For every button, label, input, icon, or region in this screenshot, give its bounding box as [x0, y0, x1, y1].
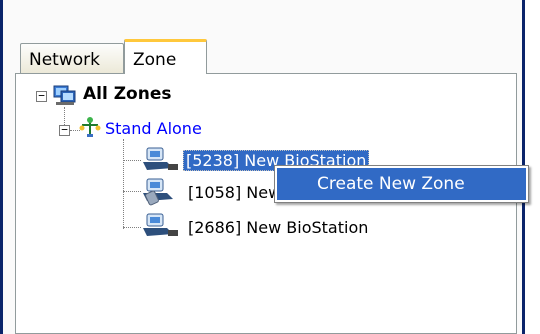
- tab-zone[interactable]: Zone: [124, 39, 207, 74]
- window-frame-left: [0, 0, 3, 334]
- biostation-icon: [143, 178, 173, 206]
- create-new-zone-menu-item[interactable]: Create New Zone: [277, 168, 526, 200]
- biostation-icon: [143, 147, 178, 170]
- collapse-all-zones-icon[interactable]: −: [36, 90, 47, 102]
- tab-zone-label: Zone: [133, 50, 177, 70]
- tree-connector: [123, 227, 141, 228]
- collapse-stand-alone-icon[interactable]: −: [59, 124, 70, 136]
- zone-tree-panel: − All Zones − Stand Alone [5238] New Bio…: [15, 73, 517, 334]
- menu-item-label: Create New Zone: [317, 174, 465, 194]
- zone-window: Network − All Zones − Stand Alone [5238]…: [0, 0, 540, 334]
- tree-connector: [123, 160, 141, 161]
- tree-device-label[interactable]: [2686] New BioStation: [188, 218, 368, 237]
- standalone-icon: [79, 117, 101, 137]
- tree-connector: [123, 139, 124, 229]
- zones-icon: [53, 85, 76, 105]
- tab-network-label: Network: [29, 50, 100, 70]
- tree-root-label[interactable]: All Zones: [83, 84, 172, 104]
- tree-connector: [123, 191, 141, 192]
- biostation-icon: [143, 213, 178, 236]
- context-menu: Create New Zone: [274, 165, 529, 203]
- tab-network[interactable]: Network: [20, 43, 124, 73]
- tree-group-label[interactable]: Stand Alone: [105, 119, 202, 138]
